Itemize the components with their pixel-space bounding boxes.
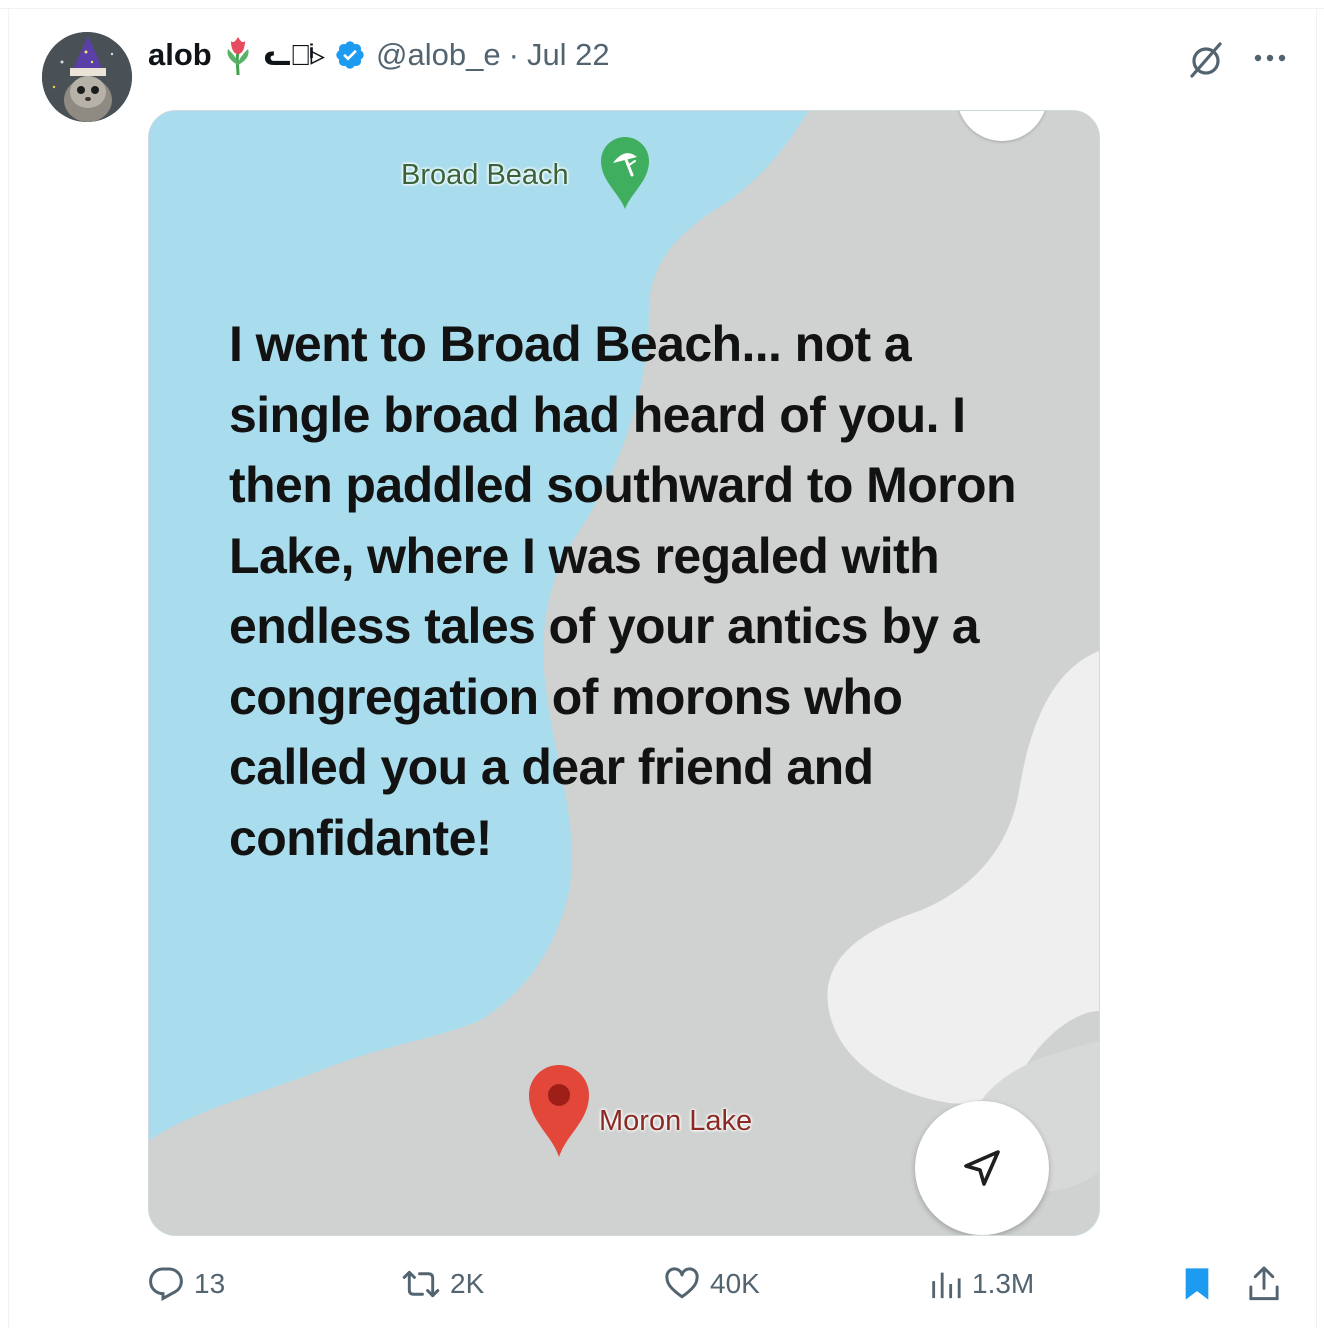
repost-button[interactable]: 2K <box>402 1258 484 1310</box>
views-count: 1.3M <box>972 1268 1035 1299</box>
tulip-emoji-icon <box>222 35 254 75</box>
grok-icon[interactable] <box>1186 40 1226 80</box>
broad-beach-label: Broad Beach <box>401 159 569 191</box>
beach-pin-icon <box>599 135 651 214</box>
tweet-header: alob ᓚ⁀ͥ▹ @alob_e · Jul 22 <box>148 32 610 78</box>
card-top-border <box>0 8 1324 9</box>
views-chart-icon <box>932 1272 961 1299</box>
bookmark-button[interactable] <box>1180 1258 1214 1310</box>
kaomoji-text: ᓚ⁀ͥ▹ <box>263 39 325 72</box>
avatar-image <box>42 32 132 122</box>
user-handle[interactable]: @alob_e <box>376 37 501 73</box>
lake-pin-icon <box>527 1063 591 1164</box>
more-options-icon[interactable] <box>1250 42 1290 74</box>
navigation-arrow-icon <box>964 1150 1000 1186</box>
card-left-border <box>8 8 9 1328</box>
separator-dot: · <box>508 37 519 72</box>
verified-badge-icon[interactable] <box>334 39 366 71</box>
repost-count: 2K <box>450 1268 485 1299</box>
repost-icon <box>402 1270 440 1298</box>
navigate-button[interactable] <box>915 1101 1049 1235</box>
avatar[interactable] <box>42 32 132 122</box>
views-button[interactable]: 1.3M <box>928 1258 1034 1310</box>
like-button[interactable]: 40K <box>664 1258 760 1310</box>
like-count: 40K <box>710 1268 760 1299</box>
card-right-border <box>1316 8 1317 1328</box>
moron-lake-label: Moron Lake <box>599 1105 753 1137</box>
share-icon <box>1249 1266 1279 1301</box>
meme-overlay-text: I went to Broad Beach... not a single br… <box>229 316 1017 866</box>
display-name[interactable]: alob <box>148 37 212 73</box>
tweet-media-image[interactable]: Broad Beach I went to Broad Beach... not… <box>148 110 1100 1236</box>
reply-icon <box>149 1267 183 1301</box>
reply-count: 13 <box>194 1268 226 1299</box>
share-button[interactable] <box>1246 1258 1282 1310</box>
heart-icon <box>665 1267 699 1299</box>
tweet-date[interactable]: Jul 22 <box>527 37 610 73</box>
bookmark-icon <box>1185 1268 1209 1300</box>
action-bar: 13 2K 40K 1.3M <box>148 1258 1298 1310</box>
reply-button[interactable]: 13 <box>148 1258 225 1310</box>
